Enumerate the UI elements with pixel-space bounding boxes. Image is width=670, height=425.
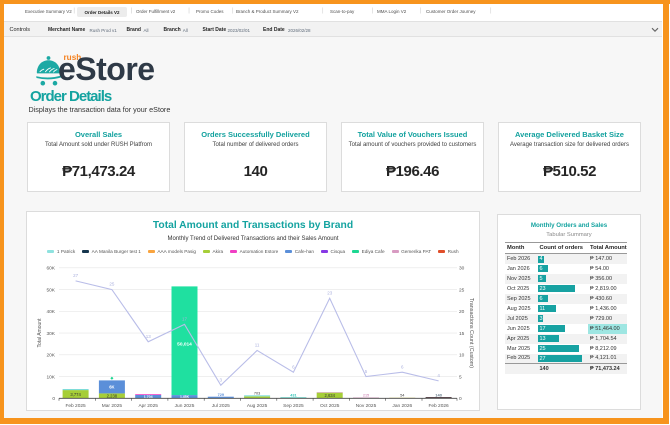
svg-text:703: 703 bbox=[254, 391, 260, 395]
svg-text:2,634: 2,634 bbox=[324, 393, 335, 398]
svg-text:140: 140 bbox=[435, 392, 442, 397]
svg-text:15: 15 bbox=[459, 331, 465, 337]
svg-text:Sep 2025: Sep 2025 bbox=[283, 403, 304, 409]
svg-text:Aug 2025: Aug 2025 bbox=[247, 403, 268, 409]
svg-text:3,774: 3,774 bbox=[70, 392, 81, 397]
svg-text:11: 11 bbox=[255, 343, 260, 348]
svg-text:6K: 6K bbox=[109, 385, 114, 390]
svg-text:431: 431 bbox=[290, 393, 296, 397]
svg-text:23: 23 bbox=[327, 291, 333, 296]
svg-text:2,238: 2,238 bbox=[107, 393, 118, 398]
svg-text:5: 5 bbox=[365, 369, 368, 374]
svg-text:27: 27 bbox=[73, 273, 79, 278]
svg-text:25: 25 bbox=[109, 282, 115, 287]
svg-text:25: 25 bbox=[459, 287, 465, 293]
svg-text:4: 4 bbox=[437, 373, 440, 378]
svg-text:729: 729 bbox=[218, 393, 224, 397]
svg-text:215: 215 bbox=[363, 393, 369, 397]
svg-text:Jun 2025: Jun 2025 bbox=[175, 403, 195, 409]
svg-text:Feb 2025: Feb 2025 bbox=[65, 403, 86, 409]
svg-text:Mar 2025: Mar 2025 bbox=[102, 403, 123, 409]
svg-text:3: 3 bbox=[220, 378, 223, 383]
svg-text:Transactions Count (Custom): Transactions Count (Custom) bbox=[468, 298, 474, 368]
svg-text:60K: 60K bbox=[46, 266, 55, 272]
svg-text:Jul 2025: Jul 2025 bbox=[212, 403, 230, 409]
svg-text:Nov 2025: Nov 2025 bbox=[356, 403, 377, 409]
svg-text:0: 0 bbox=[459, 396, 462, 402]
svg-text:20: 20 bbox=[459, 309, 465, 315]
svg-text:17: 17 bbox=[182, 317, 188, 322]
svg-text:30K: 30K bbox=[46, 331, 55, 337]
svg-text:40K: 40K bbox=[46, 309, 55, 315]
svg-text:Feb 2026: Feb 2026 bbox=[428, 403, 449, 409]
svg-text:50K: 50K bbox=[46, 287, 55, 293]
svg-text:6: 6 bbox=[401, 365, 404, 370]
svg-text:Total Amount: Total Amount bbox=[37, 318, 43, 348]
svg-text:0: 0 bbox=[52, 396, 55, 402]
svg-text:20K: 20K bbox=[46, 353, 55, 359]
svg-text:Oct 2025: Oct 2025 bbox=[320, 403, 340, 409]
svg-text:50,014: 50,014 bbox=[177, 342, 192, 348]
svg-text:Apr 2025: Apr 2025 bbox=[138, 403, 158, 409]
svg-text:54: 54 bbox=[400, 393, 405, 398]
svg-text:10K: 10K bbox=[46, 374, 55, 380]
svg-text:30: 30 bbox=[459, 266, 465, 272]
svg-text:13: 13 bbox=[146, 334, 152, 339]
svg-text:10: 10 bbox=[459, 353, 465, 359]
svg-text:Jan 2026: Jan 2026 bbox=[392, 403, 412, 409]
svg-text:5: 5 bbox=[459, 374, 462, 380]
